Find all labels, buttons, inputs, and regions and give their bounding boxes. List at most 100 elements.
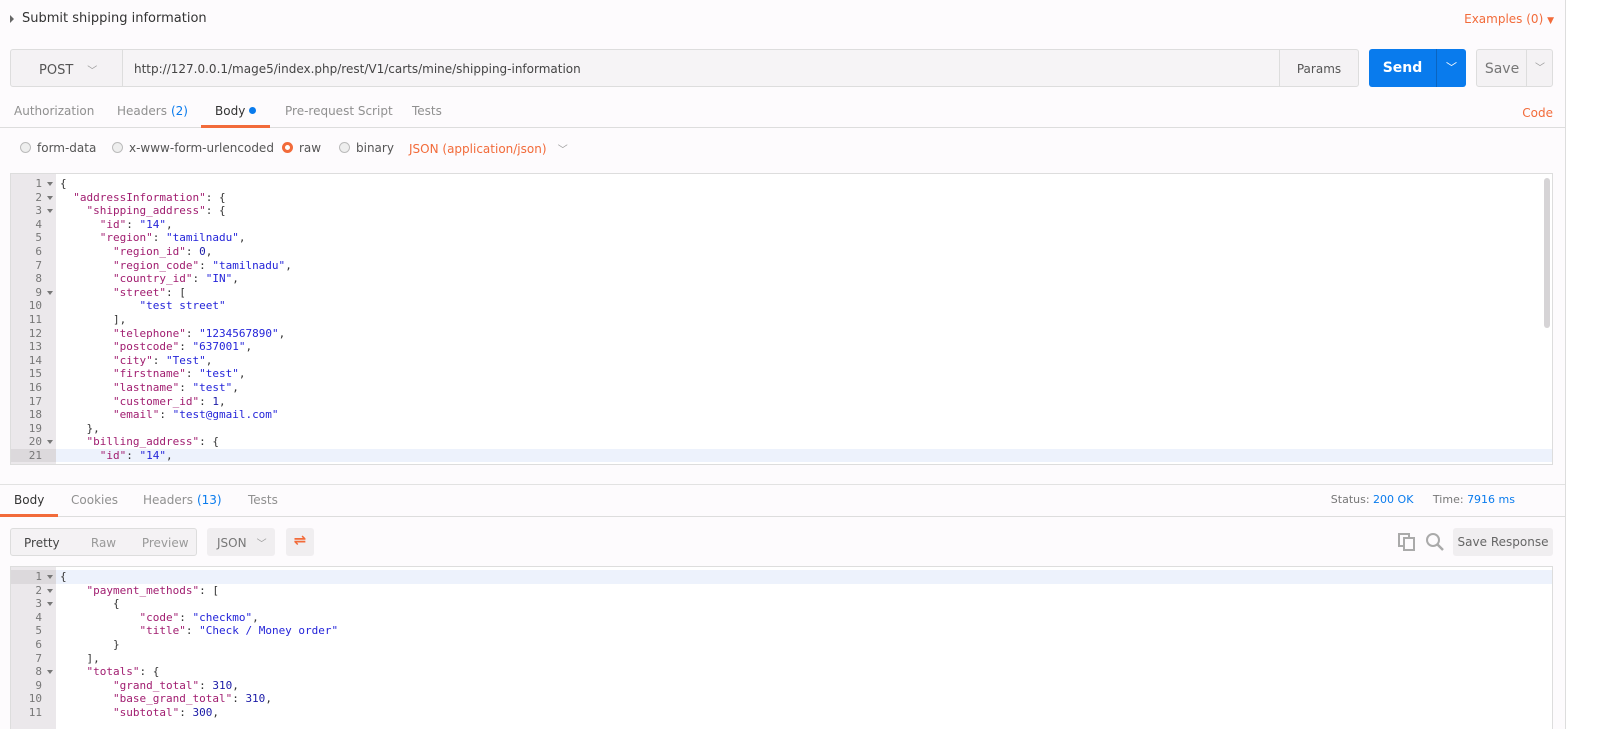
line-number: 19 bbox=[28, 421, 42, 435]
code-text: "base_grand_total": 310, bbox=[60, 692, 272, 706]
tab-pre-request-script[interactable]: Pre-request Script bbox=[285, 104, 393, 128]
code-token: "title" bbox=[60, 624, 186, 638]
line-number: 14 bbox=[28, 353, 42, 367]
caret-right-icon[interactable] bbox=[10, 15, 14, 23]
code-text: "country_id": "IN", bbox=[60, 272, 239, 286]
tab-body[interactable]: Body bbox=[0, 493, 59, 517]
code-text: "region": "tamilnadu", bbox=[60, 231, 246, 245]
fold-arrow-icon[interactable] bbox=[47, 670, 53, 675]
code-token: : bbox=[185, 367, 200, 381]
fold-arrow-icon[interactable] bbox=[47, 209, 53, 214]
code-token: , bbox=[239, 462, 246, 464]
status-value[interactable]: 200 OK bbox=[1373, 493, 1413, 506]
code-token: "test" bbox=[192, 380, 233, 394]
save-button[interactable]: Save ﹀ bbox=[1476, 49, 1553, 87]
radio-icon bbox=[282, 142, 293, 153]
tab-headers[interactable]: Headers (13) bbox=[143, 493, 222, 517]
chevron-down-icon[interactable]: ﹀ bbox=[1526, 50, 1553, 86]
view-preview[interactable]: Preview bbox=[134, 529, 196, 555]
code-line: 8 "totals": { bbox=[11, 665, 1552, 679]
fold-arrow-icon[interactable] bbox=[47, 588, 53, 593]
code-token: "subtotal" bbox=[60, 705, 180, 719]
code-token: "tamilnadu" bbox=[165, 231, 239, 245]
send-button[interactable]: Send ﹀ bbox=[1369, 49, 1466, 87]
request-title-row: Submit shipping information Examples (0)… bbox=[0, 0, 1565, 38]
format-select[interactable]: JSON ﹀ bbox=[207, 528, 275, 556]
radio-raw[interactable]: raw bbox=[282, 141, 321, 155]
fold-arrow-icon[interactable] bbox=[47, 195, 53, 200]
chevron-down-icon: ﹀ bbox=[87, 66, 98, 77]
line-number: 6 bbox=[35, 637, 42, 651]
code-token: 0 bbox=[199, 244, 206, 258]
code-token: : bbox=[185, 624, 200, 638]
code-token: "code" bbox=[60, 610, 180, 624]
radio-x-www-form-urlencoded[interactable]: x-www-form-urlencoded bbox=[112, 141, 274, 155]
code-link[interactable]: Code bbox=[1522, 106, 1553, 120]
code-line: 10 "base_grand_total": 310, bbox=[11, 692, 1552, 706]
response-body-viewer[interactable]: 1{2 "payment_methods": [3 {4 "code": "ch… bbox=[10, 566, 1553, 729]
examples-dropdown[interactable]: Examples (0) ▼ bbox=[1464, 12, 1554, 26]
code-line: 11 "subtotal": 300, bbox=[11, 706, 1552, 720]
code-token: , bbox=[232, 272, 239, 286]
tab-authorization[interactable]: Authorization bbox=[14, 104, 94, 128]
radio-binary[interactable]: binary bbox=[339, 141, 394, 155]
time-value[interactable]: 7916 ms bbox=[1467, 493, 1515, 506]
fold-arrow-icon[interactable] bbox=[47, 182, 53, 186]
code-line: 19 }, bbox=[11, 422, 1552, 436]
radio-form-data[interactable]: form-data bbox=[20, 141, 96, 155]
chevron-down-icon[interactable]: ﹀ bbox=[1436, 49, 1466, 87]
code-text: } bbox=[60, 638, 120, 652]
wrap-lines-icon[interactable]: ⇌ bbox=[286, 528, 314, 556]
code-text: { bbox=[60, 570, 67, 584]
code-text: "payment_methods": [ bbox=[60, 583, 219, 598]
fold-arrow-icon[interactable] bbox=[47, 440, 53, 445]
code-line: 12 "telephone": "1234567890", bbox=[11, 327, 1552, 341]
code-token: "customer_id" bbox=[60, 394, 200, 408]
tab-body[interactable]: Body bbox=[201, 104, 271, 128]
tab-tests[interactable]: Tests bbox=[412, 104, 442, 128]
tab-cookies[interactable]: Cookies bbox=[71, 493, 118, 517]
code-line: 17 "customer_id": 1, bbox=[11, 395, 1552, 409]
code-token: : { bbox=[205, 204, 226, 218]
code-token: : [ bbox=[199, 583, 219, 597]
tab-tests[interactable]: Tests bbox=[248, 493, 278, 517]
code-token: ], bbox=[60, 651, 100, 665]
body-mode-options: form-data x-www-form-urlencoded raw binary J… bbox=[0, 138, 900, 158]
request-title[interactable]: Submit shipping information bbox=[22, 11, 207, 26]
params-button[interactable]: Params bbox=[1279, 49, 1359, 87]
search-icon[interactable] bbox=[1425, 532, 1445, 552]
code-token: "tamilnadu" bbox=[166, 462, 239, 464]
tab-headers[interactable]: Headers (2) bbox=[117, 104, 188, 128]
view-pretty[interactable]: Pretty bbox=[11, 529, 73, 555]
code-text: ], bbox=[60, 651, 100, 666]
code-token: : { bbox=[199, 435, 219, 449]
code-token: , bbox=[238, 231, 246, 245]
scrollbar[interactable] bbox=[1544, 178, 1550, 328]
copy-icon[interactable] bbox=[1398, 533, 1416, 551]
code-token: : bbox=[199, 678, 213, 692]
request-tabs: Authorization Headers (2) Body Pre-request S… bbox=[0, 98, 1565, 128]
save-response-button[interactable]: Save Response bbox=[1453, 528, 1553, 556]
url-input[interactable]: http://127.0.0.1/mage5/index.php/rest/V1… bbox=[122, 49, 1280, 87]
code-text: "code": "checkmo", bbox=[60, 610, 258, 625]
code-text: "test street" bbox=[60, 299, 225, 313]
code-token: "14" bbox=[139, 448, 166, 462]
content-type-select[interactable]: JSON (application/json) ﹀ bbox=[409, 141, 568, 156]
view-raw[interactable]: Raw bbox=[73, 529, 135, 555]
method-select[interactable]: POST ﹀ bbox=[10, 49, 123, 87]
code-token: "grand_total" bbox=[60, 678, 200, 692]
code-token: : { bbox=[205, 190, 226, 204]
code-text: "street": [ bbox=[60, 286, 186, 300]
code-token: "firstname" bbox=[60, 367, 186, 381]
code-token: : bbox=[232, 692, 246, 706]
fold-arrow-icon[interactable] bbox=[47, 575, 53, 579]
line-number: 7 bbox=[35, 258, 42, 272]
code-token: , bbox=[232, 380, 239, 394]
code-text: "shipping_address": { bbox=[60, 204, 226, 218]
code-text: "totals": { bbox=[60, 665, 159, 679]
line-number: 4 bbox=[35, 217, 42, 231]
fold-arrow-icon[interactable] bbox=[47, 602, 53, 607]
code-token: "payment_methods" bbox=[60, 583, 200, 597]
fold-arrow-icon[interactable] bbox=[47, 290, 53, 295]
request-body-editor[interactable]: 1{2 "addressInformation": {3 "shipping_a… bbox=[10, 173, 1553, 465]
